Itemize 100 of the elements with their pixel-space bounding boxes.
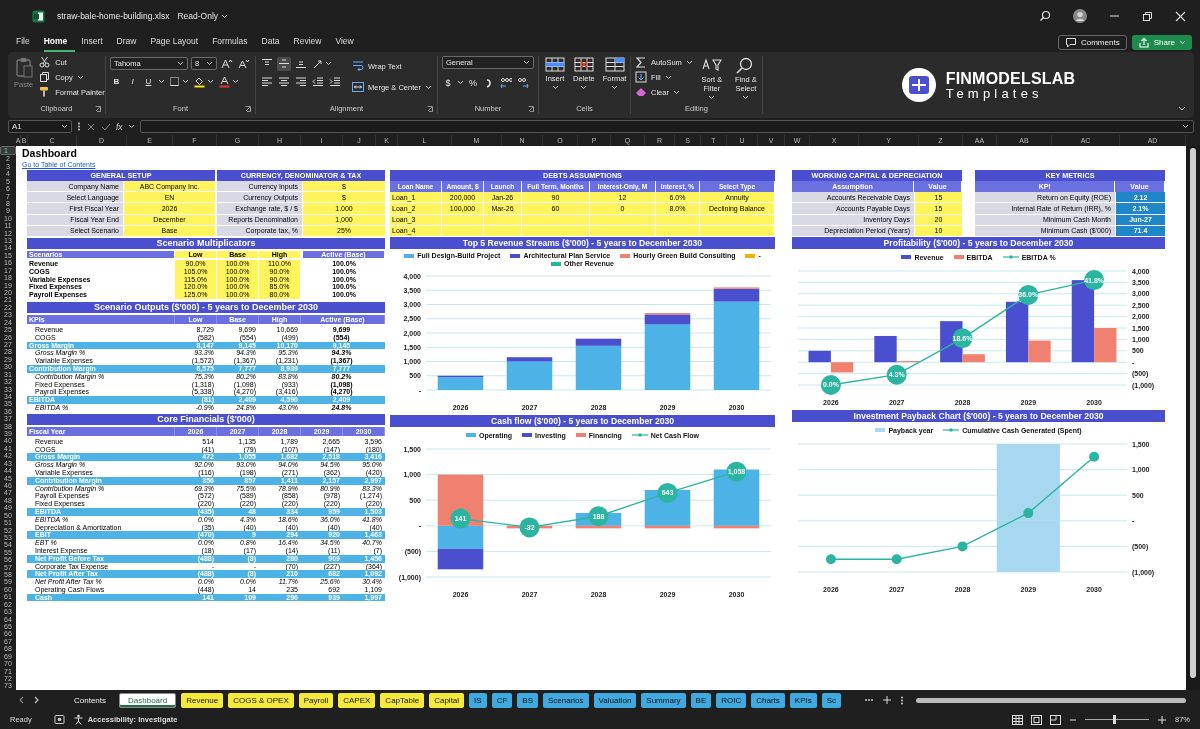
menu-tab[interactable]: Draw [116,32,145,52]
caret-icon[interactable] [708,95,716,101]
caret-icon[interactable] [611,85,619,90]
menu-tab[interactable]: File [16,32,38,52]
cancel-icon[interactable] [86,121,96,132]
enter-icon[interactable] [101,121,111,132]
menu-tab[interactable]: Review [293,32,330,52]
dialog-launcher-icon[interactable] [95,106,101,112]
sheet-tab[interactable]: Charts [751,692,785,708]
dialog-launcher-icon[interactable] [427,106,433,112]
decrease-indent-button[interactable] [311,74,325,89]
align-center-button[interactable] [277,74,291,89]
dialog-launcher-icon[interactable] [528,106,534,112]
sheet-tab[interactable]: ROIC [716,692,747,708]
table-cell[interactable] [656,225,700,237]
align-left-button[interactable] [260,74,274,89]
drag-handle-icon[interactable] [77,122,81,131]
insert-function-button[interactable]: fx [116,121,123,132]
menu-tab[interactable]: Insert [81,32,111,52]
table-cell[interactable] [700,214,775,226]
caret-icon[interactable] [1182,124,1189,129]
sheet-tab[interactable]: BE [690,692,712,708]
menu-tab[interactable]: View [335,32,362,52]
add-sheet-icon[interactable] [882,695,892,705]
caret-icon[interactable] [457,80,464,85]
sheet-tab[interactable]: CF [491,692,513,708]
caret-icon[interactable] [127,124,135,129]
sheet-tab[interactable]: IS [469,692,487,708]
table-cell[interactable] [442,214,484,226]
font-color-button[interactable] [218,74,240,89]
align-middle-button[interactable] [277,56,291,71]
caret-icon[interactable] [207,79,214,84]
collapse-ribbon-icon[interactable] [1178,106,1186,112]
dialog-launcher-icon[interactable] [245,106,251,112]
decrease-decimal-button[interactable] [516,75,530,90]
increase-indent-button[interactable] [328,74,342,89]
caret-icon[interactable] [76,74,84,80]
sheet-tab[interactable]: Summary [641,692,686,708]
menu-tab[interactable]: Data [261,32,288,52]
borders-button[interactable] [168,74,190,89]
caret-icon[interactable] [523,60,530,65]
sheet-tab[interactable]: Capital [429,692,465,708]
read-only-dropdown[interactable]: Read-Only [177,11,229,21]
caret-icon[interactable] [61,124,68,129]
normal-view-icon[interactable] [1012,714,1023,725]
sheet-tab[interactable]: Sc [821,692,842,708]
caret-icon[interactable] [177,61,184,66]
sheet-tab[interactable]: CapTable [380,692,425,708]
sheet-tab[interactable]: COGS & OPEX [228,692,294,708]
caret-icon[interactable] [158,79,165,84]
table-cell[interactable] [442,225,484,237]
sheet-tab[interactable]: Scenarios [543,692,589,708]
table-cell[interactable] [590,214,656,226]
more-icon[interactable] [864,696,874,704]
underline-button[interactable]: U [142,77,155,86]
macro-recording-icon[interactable] [53,714,65,725]
caret-icon[interactable] [664,74,672,80]
caret-icon[interactable] [580,85,588,90]
slider-thumb[interactable] [1112,715,1116,724]
caret-icon[interactable] [221,13,229,19]
table-cell[interactable] [522,214,590,226]
sheet-tab[interactable]: Payroll [298,692,334,708]
previous-sheet-icon[interactable] [18,696,25,704]
increase-decimal-button[interactable] [499,75,513,90]
table-cell[interactable] [700,225,775,237]
formula-input[interactable] [139,120,1194,133]
caret-icon[interactable] [182,79,189,84]
italic-button[interactable]: I [126,77,139,86]
maximize-icon[interactable] [1142,10,1153,22]
caret-icon[interactable] [551,85,559,90]
bold-button[interactable]: B [110,77,123,86]
caret-icon[interactable] [232,79,239,84]
zoom-out-icon[interactable] [1069,716,1077,723]
sheet-tab[interactable]: KPIs [789,692,817,708]
menu-tab[interactable]: Page Layout [150,32,207,52]
table-cell[interactable] [522,225,590,237]
avatar-icon[interactable] [1073,9,1087,23]
caret-icon[interactable] [325,61,332,66]
comments-button[interactable]: Comments [1057,34,1127,50]
caret-icon[interactable] [672,89,680,95]
table-cell[interactable] [484,225,522,237]
caret-icon[interactable] [424,84,432,90]
name-box[interactable]: A1 [8,120,72,133]
caret-icon[interactable] [742,95,750,101]
sheet-tab[interactable]: Contents [66,692,115,708]
vertical-scrollbar[interactable] [1190,148,1196,678]
caret-icon[interactable] [685,59,693,65]
caret-icon[interactable] [206,61,213,66]
zoom-in-icon[interactable] [1157,714,1167,725]
share-button[interactable]: Share [1131,34,1192,50]
horizontal-scrollbar[interactable] [916,697,1186,703]
menu-tab[interactable]: Formulas [212,32,256,52]
sheet-tab[interactable]: BS [517,692,538,708]
table-cell[interactable] [656,214,700,226]
currency-button[interactable]: $ [442,77,454,88]
sheet-tab[interactable]: Revenue [181,692,224,708]
search-icon[interactable] [1039,10,1051,22]
sheet-tab[interactable]: CAPEX [338,692,376,708]
table-cell[interactable] [484,214,522,226]
page-break-icon[interactable] [1050,714,1061,725]
